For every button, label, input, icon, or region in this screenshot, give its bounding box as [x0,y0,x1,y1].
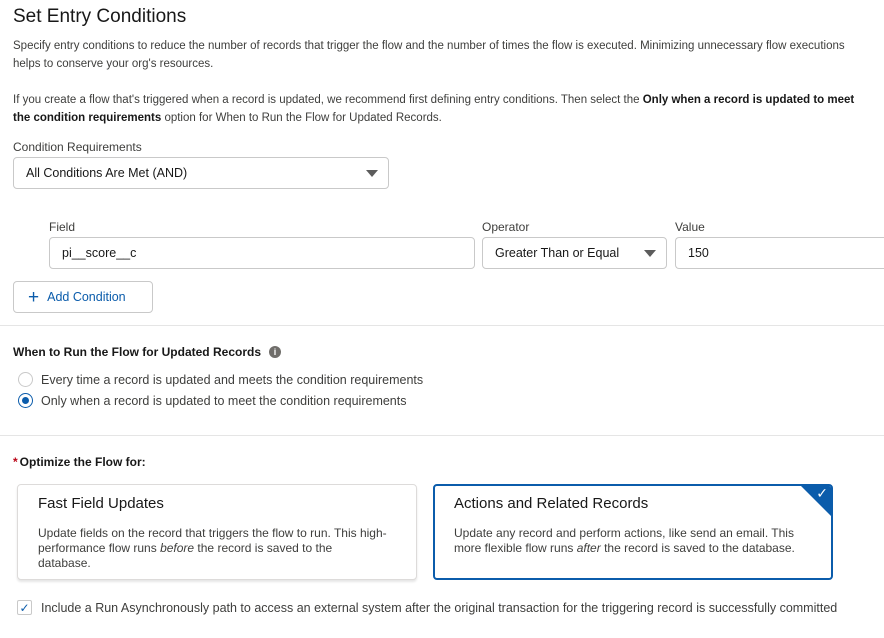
info-icon[interactable]: i [269,346,281,358]
card-description: Update fields on the record that trigger… [38,526,388,571]
radio-label: Only when a record is updated to meet th… [41,393,407,408]
operator-select[interactable]: Greater Than or Equal [482,237,667,269]
run-async-option[interactable]: ✓ Include a Run Asynchronously path to a… [17,600,837,615]
operator-label: Operator [482,220,530,234]
when-to-run-title: When to Run the Flow for Updated Records… [13,345,281,359]
card-fast-field-updates[interactable]: Fast Field Updates Update fields on the … [17,484,417,580]
card-desc-em: before [160,541,195,555]
optimize-title-text: Optimize the Flow for: [19,455,146,469]
chevron-down-icon [366,170,378,177]
condition-requirements-value: All Conditions Are Met (AND) [26,166,188,180]
add-condition-label: Add Condition [47,290,126,304]
section-divider [0,435,884,436]
radio-label: Every time a record is updated and meets… [41,372,424,387]
value-input-value: 150 [688,246,709,260]
radio-only-when-updated[interactable]: Only when a record is updated to meet th… [18,393,407,408]
radio-button[interactable] [18,372,33,387]
condition-requirements-label: Condition Requirements [13,140,142,154]
card-actions-related-records[interactable]: Actions and Related Records Update any r… [433,484,833,580]
operator-select-value: Greater Than or Equal [495,246,620,260]
card-description: Update any record and perform actions, l… [454,526,804,556]
field-label: Field [49,220,76,234]
recommendation-post: option for When to Run the Flow for Upda… [161,112,442,124]
card-title: Fast Field Updates [38,495,164,512]
plus-icon: + [28,286,40,308]
optimize-title: * Optimize the Flow for: [13,455,146,469]
when-to-run-title-text: When to Run the Flow for Updated Records [13,345,261,359]
recommendation-text: If you create a flow that's triggered wh… [13,91,873,127]
field-input[interactable]: pi__score__c [49,237,475,269]
required-marker: * [13,455,18,469]
section-divider [0,325,884,326]
value-input[interactable]: 150 [675,237,884,269]
card-desc-em: after [576,541,601,555]
condition-requirements-select[interactable]: All Conditions Are Met (AND) [13,157,389,189]
run-async-label: Include a Run Asynchronously path to acc… [41,600,838,615]
recommendation-pre: If you create a flow that's triggered wh… [13,94,643,106]
radio-button-selected[interactable] [18,393,33,408]
radio-every-time[interactable]: Every time a record is updated and meets… [18,372,423,387]
run-async-checkbox[interactable]: ✓ [17,600,32,615]
field-input-value: pi__score__c [62,246,137,260]
card-desc-post: the record is saved to the database. [600,541,795,555]
check-icon: ✓ [816,485,828,501]
value-label: Value [675,220,705,234]
card-title: Actions and Related Records [454,495,649,512]
page-title: Set Entry Conditions [13,6,187,27]
add-condition-button[interactable]: + Add Condition [13,281,153,313]
chevron-down-icon [644,250,656,257]
description-text: Specify entry conditions to reduce the n… [13,40,845,70]
